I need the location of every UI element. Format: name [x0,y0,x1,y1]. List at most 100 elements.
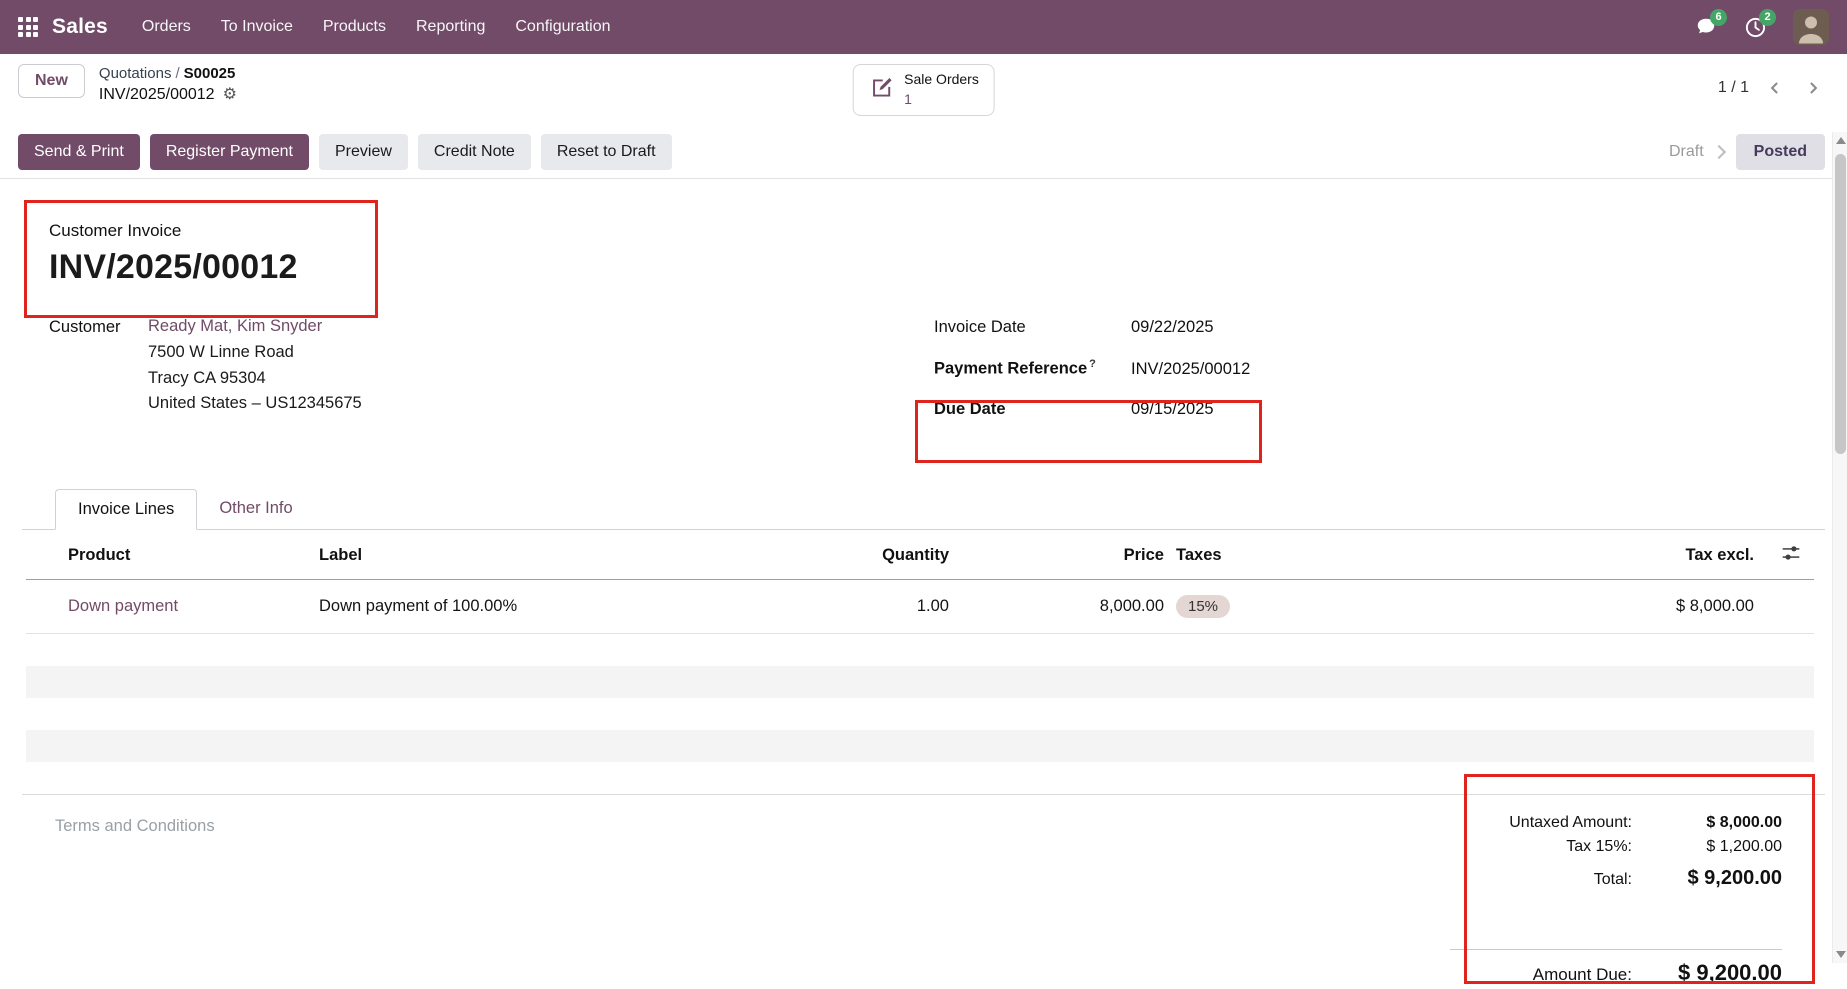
line-product-link[interactable]: Down payment [68,597,178,615]
new-button[interactable]: New [18,64,85,98]
nav-item-configuration[interactable]: Configuration [515,18,610,36]
customer-label: Customer [49,318,121,336]
breadcrumb: Quotations / S00025 INV/2025/00012 ⚙ [99,64,237,106]
nav-item-reporting[interactable]: Reporting [416,18,485,36]
column-header-tax-excl[interactable]: Tax excl. [1414,529,1768,580]
document-header: Customer Invoice INV/2025/00012 [0,179,1847,287]
sale-orders-stat-button[interactable]: Sale Orders 1 [852,64,995,116]
empty-row [26,698,1814,730]
pager: 1 / 1 [1718,64,1825,100]
invoice-number-title: INV/2025/00012 [49,248,298,286]
optional-columns-icon[interactable] [1768,529,1814,580]
stat-button-label: Sale Orders [904,71,979,87]
column-header-taxes[interactable]: Taxes [1164,529,1414,580]
reset-to-draft-button[interactable]: Reset to Draft [540,134,672,170]
invoice-lines-table: Product Label Quantity Price Taxes Tax e… [26,529,1814,794]
totals-block: Untaxed Amount: $ 8,000.00 Tax 15%: $ 1,… [1450,811,1782,989]
column-header-label[interactable]: Label [319,529,749,580]
tax-label: Tax 15%: [1566,837,1632,855]
invoice-date-value[interactable]: 09/22/2025 [1131,318,1847,337]
scrollbar-down-arrow[interactable] [1836,951,1846,958]
document-type-label: Customer Invoice [49,221,182,240]
empty-row [26,762,1814,794]
top-navbar: Sales Orders To Invoice Products Reporti… [0,0,1847,54]
pager-previous-icon[interactable] [1763,76,1787,100]
line-price[interactable]: 8,000.00 [949,579,1164,634]
line-quantity[interactable]: 1.00 [749,579,949,634]
form-fields-section: Customer Ready Mat, Kim Snyder 7500 W Li… [0,317,1847,439]
line-label[interactable]: Down payment of 100.00% [319,579,749,634]
untaxed-amount-label: Untaxed Amount: [1509,813,1632,831]
total-row: Total: $ 9,200.00 [1450,859,1782,893]
breadcrumb-sale-order[interactable]: S00025 [184,65,236,82]
terms-and-conditions-placeholder[interactable]: Terms and Conditions [55,811,215,989]
tax-value: $ 1,200.00 [1706,837,1782,855]
scrollbar-thumb[interactable] [1835,154,1846,454]
invoice-form-sheet: Customer Invoice INV/2025/00012 Customer… [0,179,1847,989]
tab-invoice-lines[interactable]: Invoice Lines [55,488,198,530]
amount-due-value: $ 9,200.00 [1678,959,1782,985]
invoice-date-label: Invoice Date [934,318,1026,336]
column-header-product[interactable]: Product [26,529,319,580]
send-print-button[interactable]: Send & Print [18,134,140,170]
status-posted[interactable]: Posted [1735,134,1825,170]
nav-item-products[interactable]: Products [323,18,386,36]
address-line: 7500 W Linne Road [148,343,294,361]
customer-name-link[interactable]: Ready Mat, Kim Snyder [148,317,362,336]
pager-text: 1 / 1 [1717,79,1749,96]
untaxed-amount-row: Untaxed Amount: $ 8,000.00 [1450,811,1782,835]
customer-address: 7500 W Linne Road Tracy CA 95304 United … [148,340,362,417]
help-icon[interactable]: ? [1089,358,1096,370]
due-date-value[interactable]: 09/15/2025 [1131,400,1847,419]
customer-block: Customer Ready Mat, Kim Snyder 7500 W Li… [0,317,362,439]
messages-icon[interactable]: 6 [1694,9,1727,38]
column-header-price[interactable]: Price [949,529,1164,580]
due-date-label: Due Date [934,399,1006,418]
payment-reference-label: Payment Reference? [934,358,1096,378]
vertical-scrollbar[interactable] [1832,132,1847,963]
address-line: United States – US12345675 [148,394,362,413]
gear-icon[interactable]: ⚙ [223,87,237,103]
user-avatar[interactable] [1793,9,1829,45]
payment-reference-value[interactable]: INV/2025/00012 [1131,360,1847,379]
app-brand[interactable]: Sales [52,15,108,39]
amount-due-row: Amount Due: $ 9,200.00 [1450,948,1782,989]
register-payment-button[interactable]: Register Payment [149,134,309,170]
breadcrumb-quotations[interactable]: Quotations [99,65,172,82]
pager-next-icon[interactable] [1801,76,1825,100]
column-header-quantity[interactable]: Quantity [749,529,949,580]
address-line: Tracy CA 95304 [148,368,266,387]
activities-badge: 2 [1759,8,1776,26]
tax-row: Tax 15%: $ 1,200.00 [1450,835,1782,859]
edit-document-icon [868,75,894,106]
table-header-row: Product Label Quantity Price Taxes Tax e… [26,529,1814,580]
apps-grid-icon[interactable] [18,17,38,37]
preview-button[interactable]: Preview [319,134,408,170]
nav-item-to-invoice[interactable]: To Invoice [221,18,293,36]
invoice-line-row[interactable]: Down payment Down payment of 100.00% 1.0… [26,579,1814,634]
scrollbar-up-arrow[interactable] [1836,137,1846,144]
credit-note-button[interactable]: Credit Note [417,134,531,170]
control-panel: New Quotations / S00025 INV/2025/00012 ⚙ S… [0,54,1847,116]
line-tax-tag[interactable]: 15% [1176,594,1231,618]
line-tax-excl[interactable]: $ 8,000.00 [1414,579,1768,634]
statusbar: Draft Posted [1661,134,1825,170]
total-label: Total: [1593,870,1632,888]
empty-row [26,665,1814,698]
notebook-tabs: Invoice Lines Other Info [22,488,1825,530]
invoice-dates-block: Invoice Date 09/22/2025 Payment Referenc… [934,317,1847,439]
empty-row [26,634,1814,666]
nav-item-orders[interactable]: Orders [142,18,191,36]
total-value: $ 9,200.00 [1687,866,1782,889]
tab-other-info[interactable]: Other Info [197,489,314,530]
action-bar: Send & Print Register Payment Preview Cr… [0,116,1847,179]
empty-row [26,729,1814,762]
status-draft[interactable]: Draft [1661,135,1712,169]
sheet-footer: Terms and Conditions Untaxed Amount: $ 8… [22,793,1825,989]
status-arrow-icon [1711,144,1726,160]
breadcrumb-current: INV/2025/00012 [98,86,215,104]
activities-icon[interactable]: 2 [1744,8,1776,39]
untaxed-amount-value: $ 8,000.00 [1706,813,1782,831]
amount-due-label: Amount Due: [1532,964,1632,984]
messages-badge: 6 [1710,9,1727,26]
